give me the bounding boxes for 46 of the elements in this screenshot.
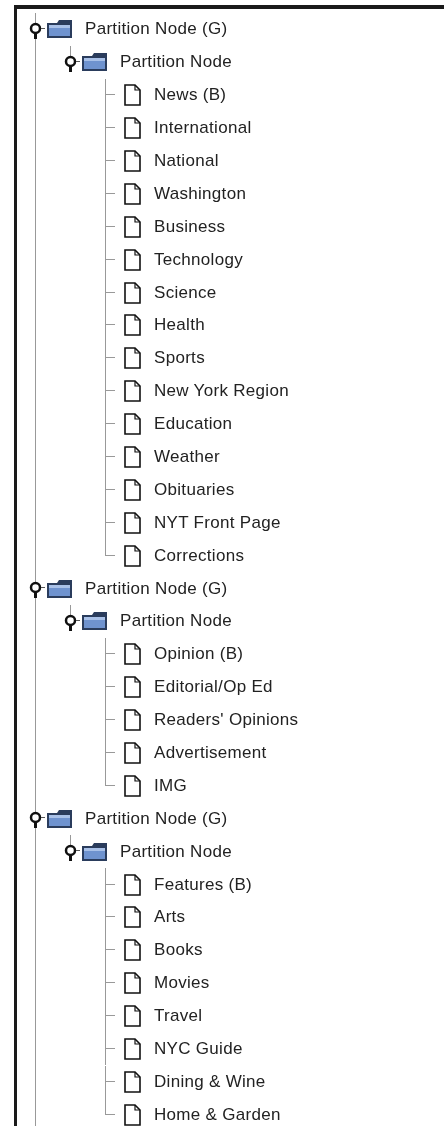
expanded-handle-icon[interactable] [29,22,45,39]
tree-item[interactable]: Obituaries [154,479,235,500]
tree-item[interactable]: Home & Garden [154,1104,281,1125]
tree-item[interactable]: Opinion (B) [154,644,244,665]
tree-item[interactable]: Business [154,216,226,237]
tree-item[interactable]: Features (B) [154,874,253,895]
tree-item[interactable]: Science [154,282,217,303]
folder-icon [80,51,110,74]
tree-item[interactable]: Health [154,315,205,336]
tree-item[interactable]: Partition Node (G) [85,808,228,829]
tree-item[interactable]: NYC Guide [154,1039,243,1060]
tree-item[interactable]: Weather [154,447,221,467]
tree-item[interactable]: Education [154,414,233,435]
expanded-handle-icon[interactable] [29,812,45,829]
folder-icon [45,577,75,600]
tree-item[interactable]: Partition Node [120,52,232,73]
tree-item[interactable]: Books [154,940,203,961]
tree-item[interactable]: Sports [154,348,205,369]
folder-icon [45,807,75,830]
tree-item[interactable]: Editorial/Op Ed [154,677,273,698]
tree-item[interactable]: IMG [154,775,187,796]
tree-item[interactable]: Corrections [154,545,245,566]
folder-icon [45,18,75,41]
tree-item[interactable]: Partition Node [120,841,232,862]
expanded-handle-icon[interactable] [64,55,80,72]
tree-item[interactable]: Partition Node (G) [85,578,228,599]
tree-item[interactable]: Advertisement [154,743,267,764]
tree-item[interactable]: NYT Front Page [154,512,281,533]
expanded-handle-icon[interactable] [64,845,80,862]
tree-item[interactable]: International [154,118,252,139]
tree-item[interactable]: Movies [154,973,210,994]
tree-item[interactable]: Partition Node [120,611,232,632]
tree-item[interactable]: Travel [154,1006,203,1027]
expanded-handle-icon[interactable] [29,581,45,599]
folder-icon [80,610,110,633]
tree-item[interactable]: New York Region [154,381,289,402]
tree-item[interactable]: Dining & Wine [154,1071,266,1092]
expanded-handle-icon[interactable] [64,614,80,632]
tree-item[interactable]: News (B) [154,85,227,106]
tree-item[interactable]: Arts [154,907,186,928]
tree-item[interactable]: Readers' Opinions [154,710,299,731]
folder-icon [80,840,110,863]
tree-item[interactable]: Washington [154,183,247,204]
tree-item[interactable]: Technology [154,249,243,270]
tree-item[interactable]: Partition Node (G) [85,19,228,40]
tree-item[interactable]: National [154,151,219,171]
